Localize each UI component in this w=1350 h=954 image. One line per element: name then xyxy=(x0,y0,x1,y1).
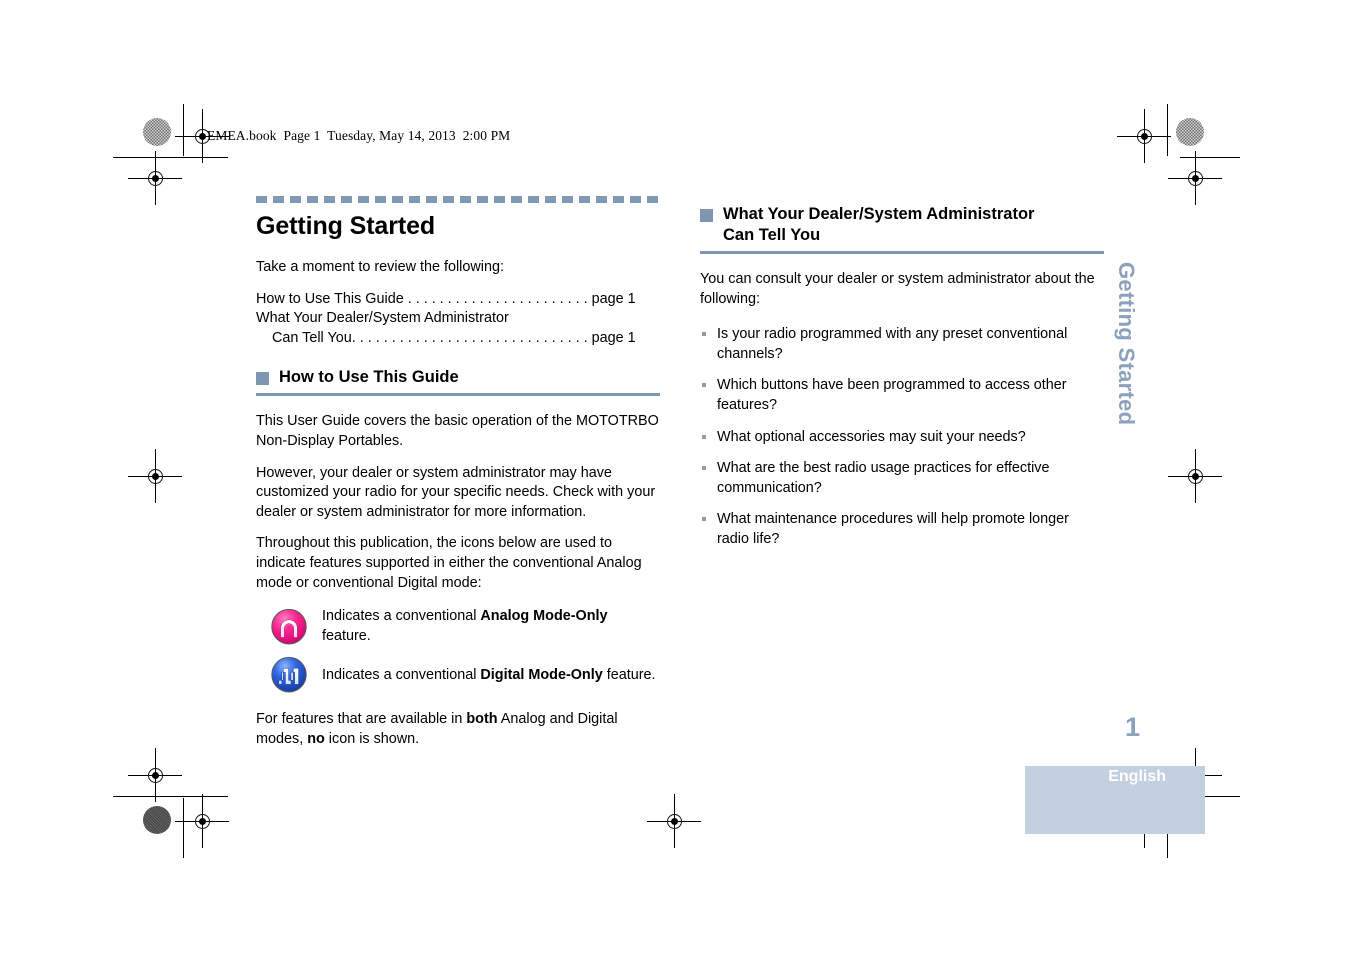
toc-label: Can Tell You xyxy=(272,329,352,346)
page-number: 1 xyxy=(1125,712,1141,742)
analog-mode-icon xyxy=(270,608,308,646)
legend-text-before: Indicates a conventional xyxy=(322,666,481,683)
list-item: What optional accessories may suit your … xyxy=(700,428,1104,448)
right-column: What Your Dealer/System Administrator Ca… xyxy=(700,196,1104,562)
list-item: Is your radio programmed with any preset… xyxy=(700,325,1104,364)
table-of-contents: How to Use This Guide . . . . . . . . . … xyxy=(256,290,660,349)
right-intro-paragraph: You can consult your dealer or system ad… xyxy=(700,271,1095,307)
chapter-side-tab: Getting Started xyxy=(1114,262,1139,426)
legend-text-before: Indicates a conventional xyxy=(322,608,481,625)
dealer-question-list: Is your radio programmed with any preset… xyxy=(700,325,1104,549)
toc-label: How to Use This Guide xyxy=(256,290,404,307)
digital-mode-icon xyxy=(270,656,308,694)
toc-leader: . . . . . . . . . . . . . . . . . . . . … xyxy=(351,329,592,346)
section-square-bullet-icon xyxy=(700,209,713,222)
section-heading-label: How to Use This Guide xyxy=(279,368,459,387)
analog-mode-legend-text: Indicates a conventional Analog Mode-Onl… xyxy=(322,607,660,646)
document-page: Getting Started Take a moment to review … xyxy=(0,0,1350,954)
closing-bold-2: no xyxy=(307,730,325,747)
section-paragraph: This User Guide covers the basic operati… xyxy=(256,413,659,449)
legend-text-after: feature. xyxy=(322,627,371,644)
section-heading-dealer-info: What Your Dealer/System Administrator Ca… xyxy=(700,204,1104,246)
closing-bold-1: both xyxy=(466,711,498,728)
section-heading-underline xyxy=(256,393,660,397)
toc-leader: . . . . . . . . . . . . . . . . . . . . … xyxy=(403,290,592,307)
legend-text-bold: Digital Mode-Only xyxy=(480,666,603,683)
toc-label: What Your Dealer/System Administrator xyxy=(256,310,509,327)
legend-text-bold: Analog Mode-Only xyxy=(480,608,608,625)
list-item: What maintenance procedures will help pr… xyxy=(700,510,1104,549)
list-item: What are the best radio usage practices … xyxy=(700,459,1104,498)
chapter-dashed-rule xyxy=(256,196,660,203)
toc-page: page 1 xyxy=(591,329,636,346)
section-paragraph: Throughout this publication, the icons b… xyxy=(256,535,642,591)
toc-page: page 1 xyxy=(591,290,636,307)
legend-text-after: feature. xyxy=(602,666,656,683)
toc-entry[interactable]: What Your Dealer/System Administrator xyxy=(256,309,660,329)
intro-paragraph: Take a moment to review the following: xyxy=(256,259,504,275)
analog-mode-legend-row: Indicates a conventional Analog Mode-Onl… xyxy=(256,607,660,646)
page-title: Getting Started xyxy=(256,212,436,240)
toc-entry[interactable]: Can Tell You. . . . . . . . . . . . . . … xyxy=(256,329,660,349)
section-paragraph: However, your dealer or system administr… xyxy=(256,464,656,520)
section-heading-line-2: Can Tell You xyxy=(723,226,821,244)
language-badge-label: English xyxy=(1108,768,1166,785)
closing-paragraph: For features that are available in both … xyxy=(256,710,660,749)
digital-mode-legend-row: Indicates a conventional Digital Mode-On… xyxy=(256,656,660,694)
section-heading-label: What Your Dealer/System Administrator Ca… xyxy=(723,204,1034,246)
left-column: Getting Started Take a moment to review … xyxy=(256,196,660,762)
list-item: Which buttons have been programmed to ac… xyxy=(700,376,1104,415)
digital-mode-legend-text: Indicates a conventional Digital Mode-On… xyxy=(322,666,656,686)
section-heading-line-1: What Your Dealer/System Administrator xyxy=(723,205,1035,223)
closing-text-1: For features that are available in xyxy=(256,711,467,728)
section-square-bullet-icon xyxy=(256,372,269,386)
section-heading-underline xyxy=(700,251,1104,254)
toc-entry[interactable]: How to Use This Guide . . . . . . . . . … xyxy=(256,290,660,310)
section-heading-how-to-use: How to Use This Guide xyxy=(256,367,660,388)
closing-text-3: icon is shown. xyxy=(324,730,420,747)
